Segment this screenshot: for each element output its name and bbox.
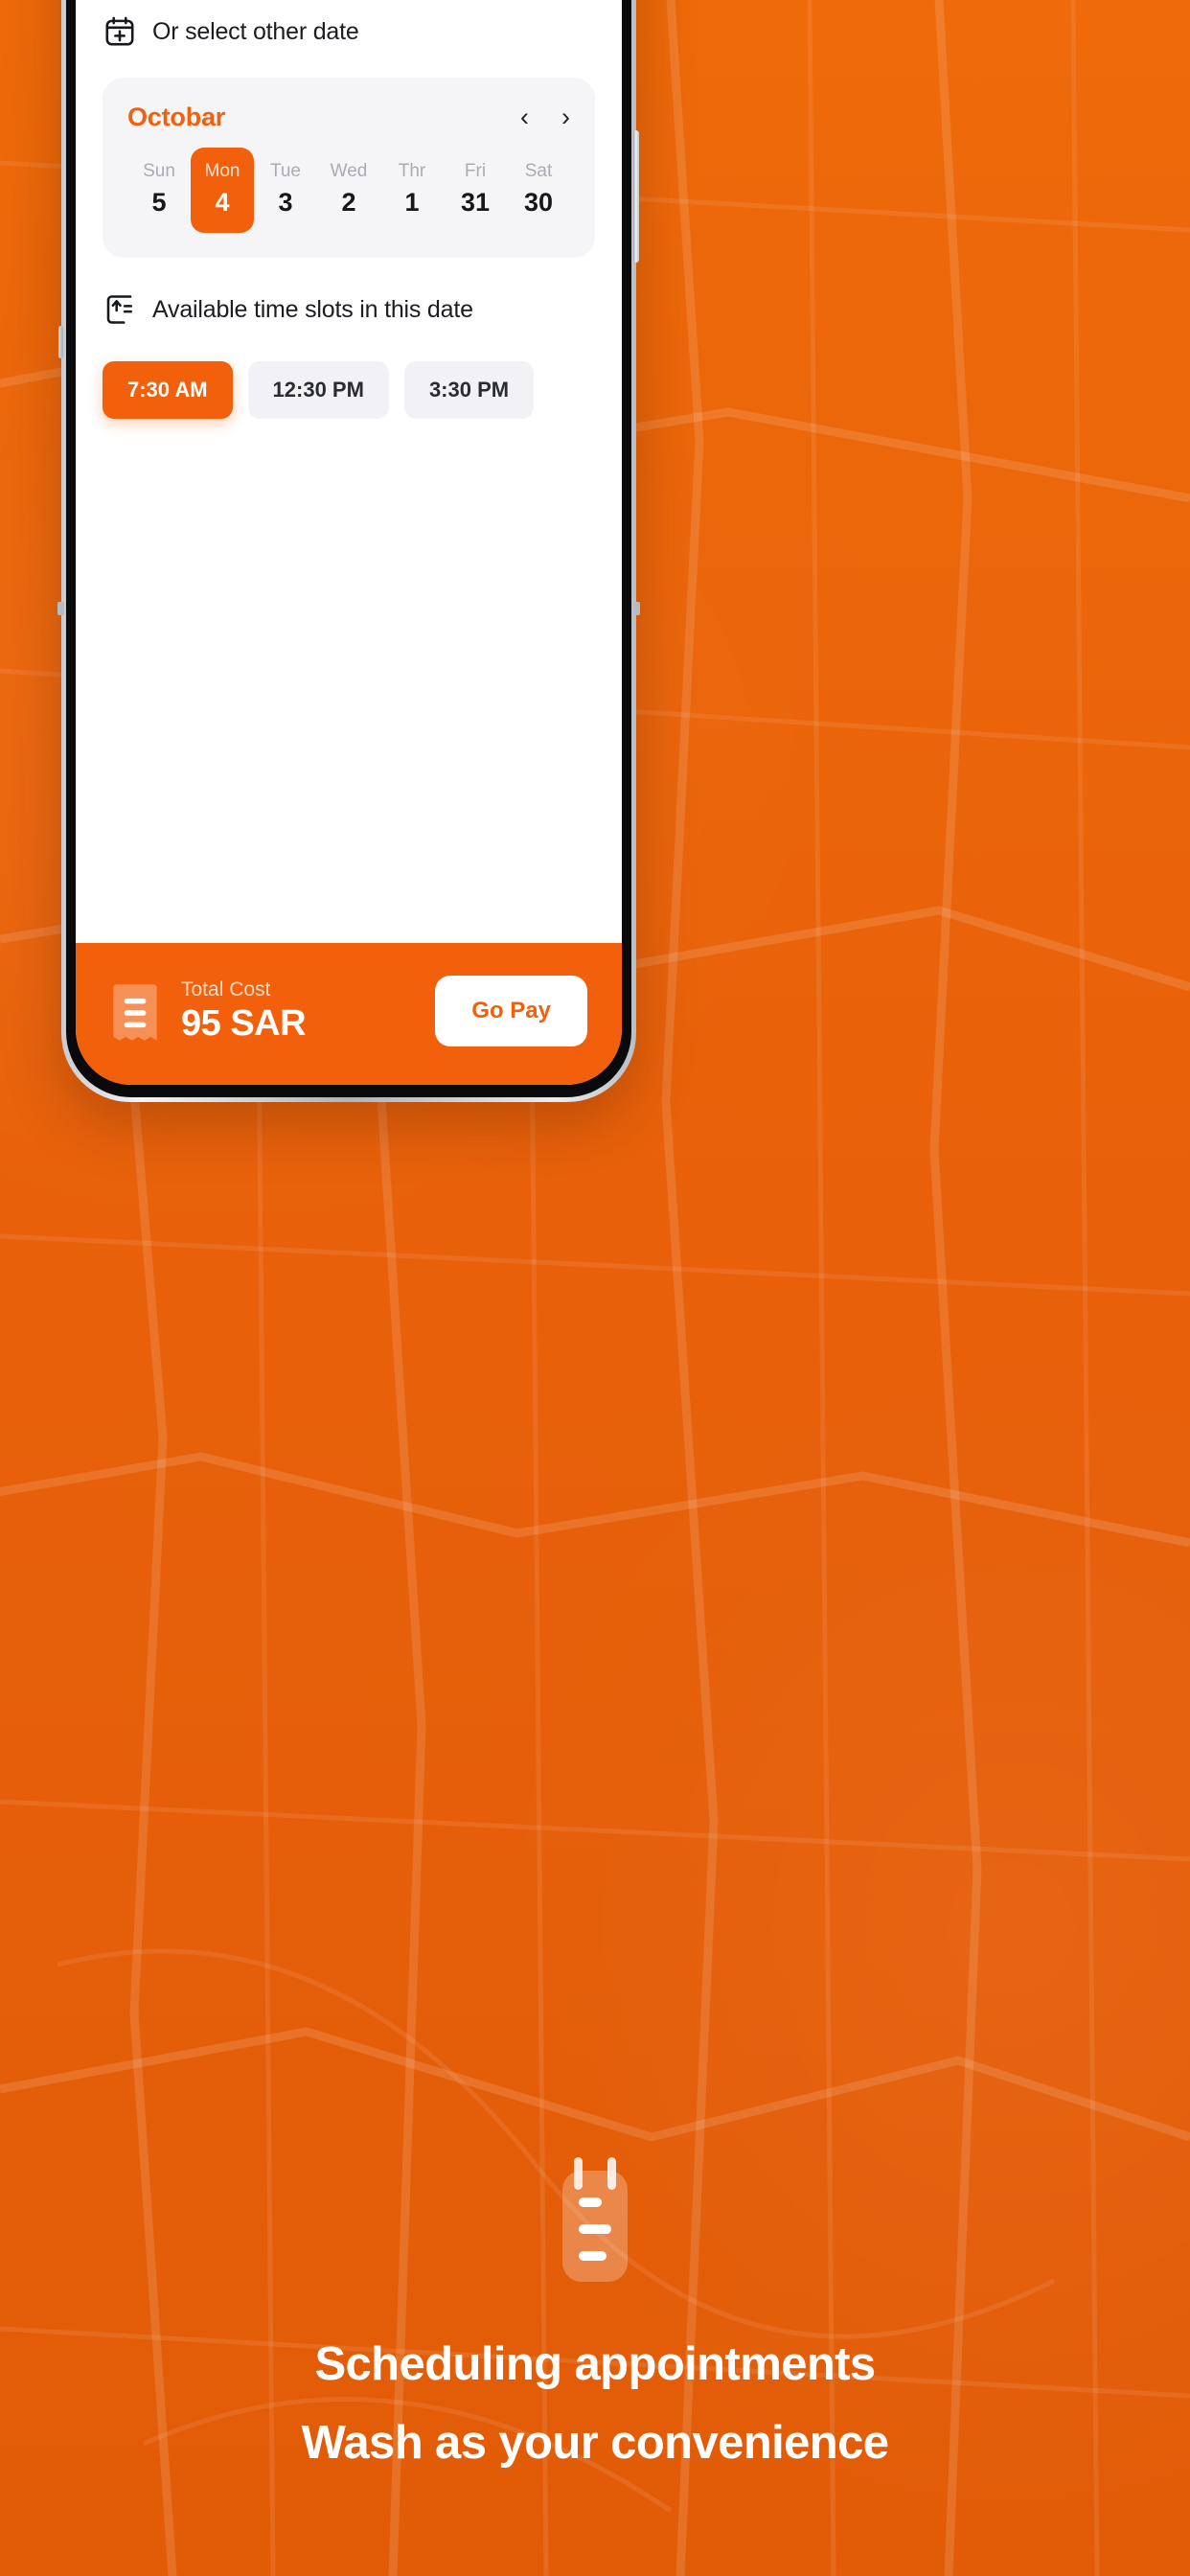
go-pay-button[interactable]: Go Pay	[435, 976, 587, 1046]
phone-mockup: + 35SAR	[57, 0, 640, 1102]
time-slot-option[interactable]: 12:30 PM	[247, 361, 389, 419]
calendar-day-tue[interactable]: Tue 3	[254, 148, 317, 233]
calendar-day-name: Sun	[143, 161, 175, 181]
bezel-antenna-left	[57, 602, 64, 615]
phone-bezel: + 35SAR	[66, 0, 631, 1097]
time-slot-icon	[103, 292, 137, 327]
calendar-day-sat[interactable]: Sat 30	[507, 148, 570, 233]
calendar-day-number: 1	[404, 188, 420, 217]
calendar-day-name: Sat	[524, 161, 553, 181]
time-slot-option[interactable]: 3:30 PM	[403, 361, 535, 419]
calendar-day-number: 2	[341, 188, 356, 217]
calendar-plus-icon	[103, 14, 137, 49]
calendar-day-name: Tue	[269, 161, 302, 181]
select-other-date-row[interactable]: Or select other date	[103, 1, 595, 62]
receipt-glyph-large	[562, 2156, 628, 2282]
chevron-left-icon[interactable]: ‹	[520, 104, 529, 130]
total-cost-label: Total Cost	[181, 978, 271, 1000]
scroll-content[interactable]: + 35SAR	[76, 0, 622, 943]
promo-page: + 35SAR	[0, 0, 1190, 2576]
total-cost-info: Total Cost 95 SAR	[181, 978, 414, 1045]
calendar-day-number: 31	[460, 188, 491, 217]
calendar-day-sun[interactable]: Sun 5	[127, 148, 191, 233]
calendar-day-name: Thr	[398, 161, 426, 181]
chevron-right-icon[interactable]: ›	[561, 104, 570, 130]
calendar-day-mon[interactable]: Mon 4	[191, 148, 254, 233]
time-slots-label: Available time slots in this date	[152, 295, 473, 323]
promo-line-2: Wash as your convenience	[301, 2417, 889, 2470]
calendar-day-number: 4	[215, 188, 230, 217]
calendar-day-name: Mon	[204, 161, 240, 181]
bezel-antenna-right	[633, 602, 640, 615]
calendar-day-strip: Sun 5 Mon 4 Tue 3 Wed 2 Thr 1 Fri 31 Sat…	[127, 148, 570, 233]
calendar-day-name: Wed	[330, 161, 368, 181]
time-slot-list: 7:30 AM 12:30 PM 3:30 PM	[103, 361, 595, 419]
calendar-day-number: 5	[151, 188, 167, 217]
volume-button[interactable]	[58, 326, 63, 358]
calendar-day-name: Fri	[464, 161, 487, 181]
calendar-header: Octobar ‹ ›	[127, 103, 570, 132]
calendar-day-fri[interactable]: Fri 31	[444, 148, 507, 233]
calendar-day-number: 3	[278, 188, 293, 217]
receipt-icon	[110, 981, 160, 1041]
receipt-icon	[541, 2155, 649, 2289]
total-cost-amount: 95 SAR	[181, 1002, 307, 1044]
calendar-day-number: 30	[523, 188, 554, 217]
power-button[interactable]	[633, 130, 639, 263]
calendar-widget[interactable]: Octobar ‹ › Sun 5 Mon 4 Tue 3 Wed 2 Thr …	[103, 78, 595, 258]
other-date-label: Or select other date	[152, 17, 359, 45]
calendar-nav: ‹ ›	[520, 104, 570, 130]
app-screen: + 35SAR	[76, 0, 622, 1085]
promo-section: Scheduling appointments Wash as your con…	[0, 2155, 1190, 2576]
time-slot-option[interactable]: 7:30 AM	[103, 361, 233, 419]
calendar-day-wed[interactable]: Wed 2	[317, 148, 380, 233]
receipt-glyph	[113, 984, 157, 1041]
total-cost-bar: Total Cost 95 SAR Go Pay	[76, 943, 622, 1085]
promo-line-1: Scheduling appointments	[314, 2337, 876, 2390]
time-slots-row: Available time slots in this date	[103, 279, 595, 340]
calendar-day-thr[interactable]: Thr 1	[380, 148, 444, 233]
calendar-month-label: Octobar	[127, 103, 226, 131]
